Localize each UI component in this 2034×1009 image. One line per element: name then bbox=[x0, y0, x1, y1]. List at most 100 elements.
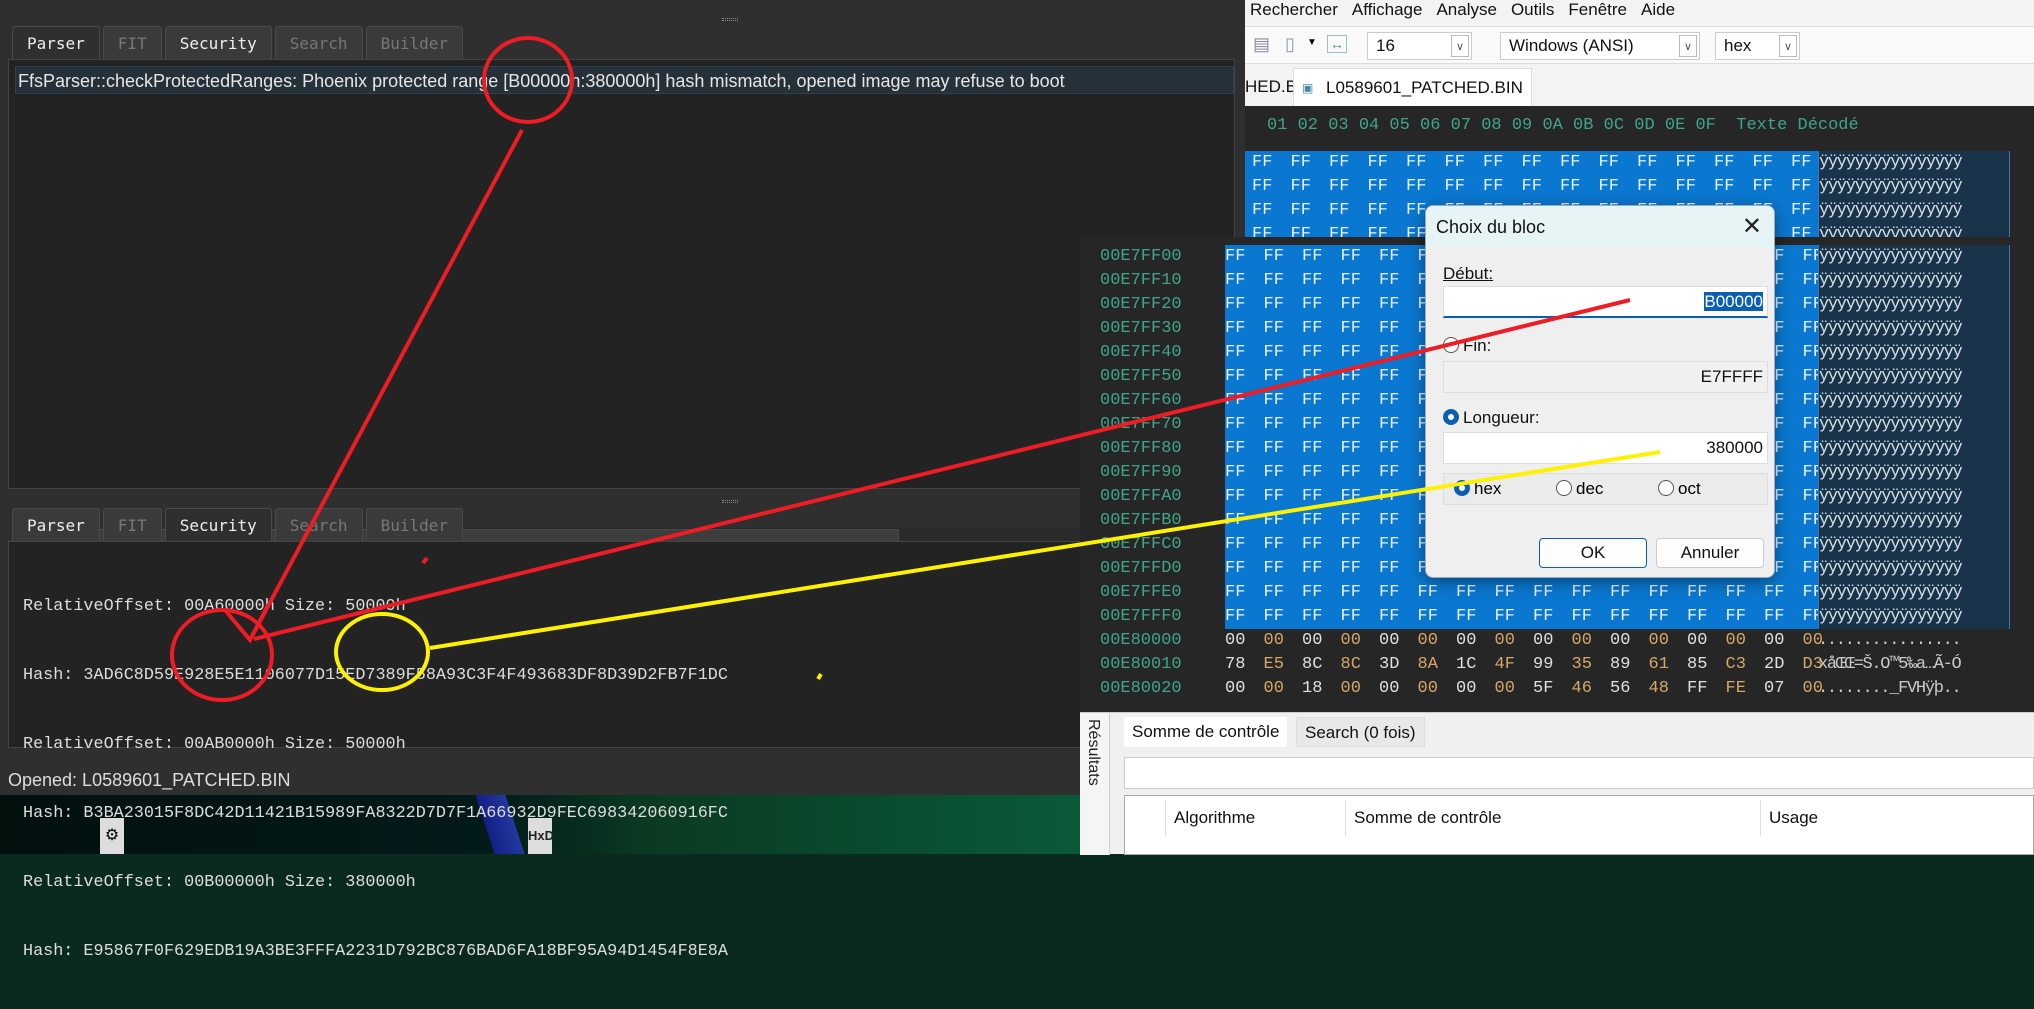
hex-byte[interactable]: FF bbox=[1302, 341, 1341, 365]
hex-byte[interactable]: FF bbox=[1379, 605, 1418, 629]
hex-byte[interactable]: FF bbox=[1225, 269, 1264, 293]
tab-checksum[interactable]: Somme de contrôle bbox=[1124, 717, 1288, 747]
hex-byte[interactable]: FF bbox=[1225, 389, 1264, 413]
disk-icon[interactable]: ▤ bbox=[1253, 34, 1270, 55]
hex-byte[interactable]: FF bbox=[1225, 557, 1264, 581]
hex-byte[interactable]: 00 bbox=[1341, 677, 1379, 701]
hex-byte[interactable]: FF bbox=[1280, 175, 1320, 199]
decoded-text[interactable]: ÿÿÿÿÿÿÿÿÿÿÿÿÿÿÿÿ bbox=[1818, 317, 2010, 341]
hex-byte[interactable]: FF bbox=[1379, 341, 1418, 365]
hex-byte[interactable]: 00 bbox=[1456, 677, 1494, 701]
tab-parser[interactable]: Parser bbox=[12, 26, 100, 59]
chevron-down-icon[interactable]: ∨ bbox=[1679, 35, 1697, 57]
decoded-text[interactable]: ÿÿÿÿÿÿÿÿÿÿÿÿÿÿÿÿ bbox=[1818, 365, 2010, 389]
hex-byte[interactable]: FF bbox=[1550, 151, 1589, 175]
start-input[interactable]: B00000 bbox=[1443, 286, 1768, 318]
hex-byte[interactable]: FF bbox=[1225, 245, 1264, 269]
hex-byte[interactable]: 99 bbox=[1533, 653, 1571, 677]
decoded-text[interactable]: ÿÿÿÿÿÿÿÿÿÿÿÿÿÿÿÿ bbox=[1818, 389, 2010, 413]
hex-byte[interactable]: 00 bbox=[1379, 677, 1417, 701]
hex-byte[interactable]: FF bbox=[1704, 175, 1743, 199]
column-usage[interactable]: Usage bbox=[1760, 800, 1960, 836]
hex-byte[interactable]: FF bbox=[1340, 581, 1380, 605]
hex-byte[interactable]: FF bbox=[1340, 365, 1380, 389]
decoded-text[interactable]: ........_FVHÿþ.. bbox=[1818, 677, 2010, 701]
hex-byte[interactable]: FF bbox=[1725, 605, 1765, 629]
hex-byte[interactable]: FF bbox=[1302, 413, 1341, 437]
tab-security[interactable]: Security bbox=[164, 26, 272, 59]
tab-builder[interactable]: Builder bbox=[365, 26, 463, 59]
hex-byte[interactable]: FF bbox=[1225, 365, 1264, 389]
hex-byte[interactable]: FF bbox=[1225, 485, 1264, 509]
radio-oct[interactable]: oct bbox=[1658, 474, 1701, 504]
hex-byte[interactable]: FF bbox=[1280, 151, 1320, 175]
hex-byte[interactable]: 00 bbox=[1533, 629, 1571, 653]
hex-byte[interactable]: FF bbox=[1263, 245, 1303, 269]
radio-hex[interactable]: hex bbox=[1454, 474, 1501, 504]
hex-byte[interactable]: FF bbox=[1571, 581, 1611, 605]
hex-byte[interactable]: FF bbox=[1588, 175, 1628, 199]
document-icon[interactable]: ▯ bbox=[1285, 34, 1295, 55]
hex-byte[interactable]: FF bbox=[1396, 151, 1435, 175]
hex-byte[interactable]: 00 bbox=[1264, 677, 1302, 701]
hex-byte[interactable]: FF bbox=[1627, 151, 1666, 175]
hex-byte[interactable]: FF bbox=[1687, 581, 1726, 605]
bytes-per-row-select[interactable]: 16 ∨ bbox=[1367, 32, 1472, 60]
hex-byte[interactable]: 00 bbox=[1572, 629, 1610, 653]
hex-byte[interactable]: FF bbox=[1302, 461, 1341, 485]
decoded-text[interactable]: ÿÿÿÿÿÿÿÿÿÿÿÿÿÿÿÿ bbox=[1818, 437, 2010, 461]
tab-search[interactable]: Search bbox=[274, 26, 363, 59]
hex-byte[interactable]: FF bbox=[1225, 605, 1264, 629]
length-radio[interactable]: Longueur: bbox=[1443, 408, 1540, 428]
hex-byte[interactable]: FF bbox=[1263, 317, 1303, 341]
hex-byte[interactable]: FF bbox=[1764, 581, 1803, 605]
hex-byte[interactable]: FF bbox=[1225, 317, 1264, 341]
hex-byte[interactable]: FF bbox=[1764, 605, 1803, 629]
hex-byte[interactable]: FF bbox=[1357, 175, 1397, 199]
hex-byte[interactable]: 00 bbox=[1225, 629, 1263, 653]
hex-byte[interactable]: FF bbox=[1340, 509, 1380, 533]
hex-byte[interactable]: FF bbox=[1511, 175, 1551, 199]
hex-byte[interactable]: 5F bbox=[1533, 677, 1571, 701]
hex-byte[interactable]: FF bbox=[1742, 151, 1782, 175]
hex-byte[interactable]: FF bbox=[1225, 509, 1264, 533]
hex-byte[interactable]: FF bbox=[1225, 293, 1264, 317]
hex-byte[interactable]: FF bbox=[1379, 461, 1418, 485]
hex-byte[interactable]: FF bbox=[1550, 175, 1589, 199]
hex-row[interactable]: FFFFFFFFFFFFFFFFFFFFFFFFFFFFFFÿÿÿÿÿÿÿÿÿÿ… bbox=[1245, 175, 2034, 199]
hex-byte[interactable]: FF bbox=[1319, 199, 1358, 223]
decoded-text[interactable]: ÿÿÿÿÿÿÿÿÿÿÿÿÿÿÿÿ bbox=[1818, 533, 2010, 557]
hex-byte[interactable]: FF bbox=[1302, 485, 1341, 509]
hex-byte[interactable]: FF bbox=[1225, 437, 1264, 461]
hex-byte[interactable]: 35 bbox=[1572, 653, 1610, 677]
hex-byte[interactable]: FF bbox=[1340, 269, 1380, 293]
hex-byte[interactable]: FF bbox=[1379, 533, 1418, 557]
hex-byte[interactable]: FF bbox=[1665, 175, 1705, 199]
hex-byte[interactable]: 61 bbox=[1649, 653, 1687, 677]
hex-byte[interactable]: FF bbox=[1357, 151, 1397, 175]
hex-byte[interactable]: FF bbox=[1263, 509, 1303, 533]
hex-byte[interactable]: FF bbox=[1340, 389, 1380, 413]
hex-byte[interactable]: 00 bbox=[1225, 677, 1263, 701]
hex-byte[interactable]: FF bbox=[1263, 341, 1303, 365]
column-checksum[interactable]: Somme de contrôle bbox=[1345, 800, 1760, 836]
decoded-text[interactable]: ÿÿÿÿÿÿÿÿÿÿÿÿÿÿÿÿ bbox=[1818, 293, 2010, 317]
decoded-text[interactable]: ÿÿÿÿÿÿÿÿÿÿÿÿÿÿÿÿ bbox=[1818, 605, 2010, 629]
decoded-text[interactable]: ÿÿÿÿÿÿÿÿÿÿÿÿÿÿÿÿ bbox=[1818, 175, 2010, 199]
hex-byte[interactable]: FF bbox=[1263, 389, 1303, 413]
tab-fit[interactable]: FIT bbox=[102, 26, 162, 59]
ok-button[interactable]: OK bbox=[1539, 538, 1647, 568]
hex-byte[interactable]: FF bbox=[1245, 151, 1281, 175]
hex-byte[interactable]: 8C bbox=[1302, 653, 1340, 677]
hex-byte[interactable]: FF bbox=[1379, 293, 1418, 317]
radio-dec[interactable]: dec bbox=[1556, 474, 1603, 504]
number-base-select[interactable]: hex ∨ bbox=[1715, 32, 1800, 60]
hex-byte[interactable]: FF bbox=[1725, 581, 1765, 605]
hex-byte[interactable]: 00 bbox=[1726, 629, 1764, 653]
hex-byte[interactable]: FF bbox=[1456, 605, 1495, 629]
menu-fenetre[interactable]: Fenêtre bbox=[1568, 0, 1627, 22]
hex-row[interactable]: 00E80010 78 E5 8C 8C 3D 8A 1C 4F 99 35 89 61 85 C3 2D D3… bbox=[1080, 653, 2034, 677]
hex-byte[interactable]: 2D bbox=[1764, 653, 1802, 677]
hex-byte[interactable]: 00 bbox=[1418, 677, 1456, 701]
hex-byte[interactable]: FF bbox=[1263, 557, 1303, 581]
